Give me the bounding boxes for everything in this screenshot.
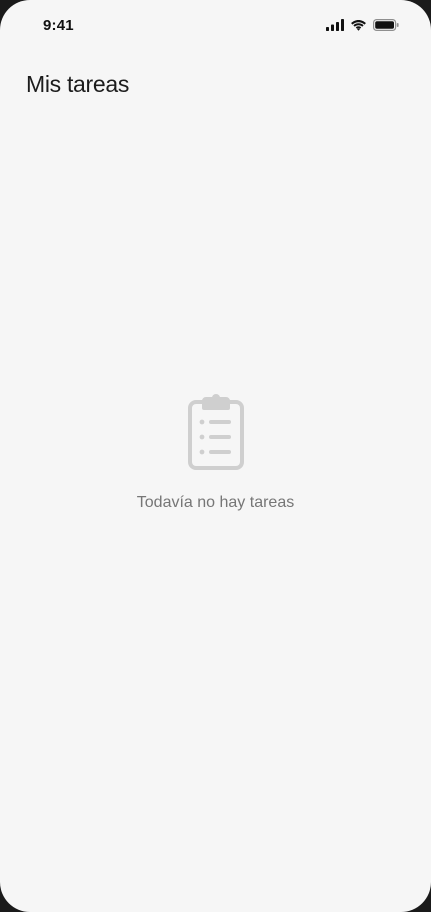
clipboard-icon [187, 392, 245, 472]
wifi-icon [350, 19, 367, 31]
status-bar: 9:41 [0, 0, 431, 52]
status-icons [326, 17, 399, 33]
status-time: 9:41 [43, 17, 74, 34]
empty-state: Todavía no hay tareas [0, 392, 431, 512]
signal-icon [326, 19, 344, 31]
phone-screen: 9:41 Mis tareas Todavía no hay tareas [0, 0, 431, 912]
page-title: Mis tareas [26, 71, 130, 97]
battery-icon [373, 19, 399, 32]
empty-state-message: Todavía no hay tareas [136, 494, 295, 511]
